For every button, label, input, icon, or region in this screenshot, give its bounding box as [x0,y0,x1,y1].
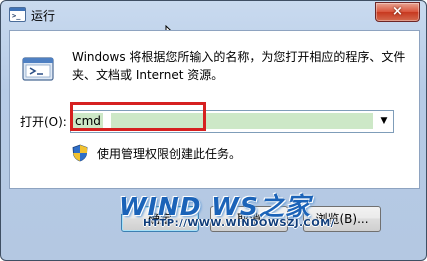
browse-button[interactable]: 浏览(B)... [303,206,381,232]
dialog-body: Windows 将根据您所输入的名称，为您打开相应的程序、文件夹、文档或 Int… [9,30,420,189]
title-bar[interactable]: >_ 运行 × [1,1,426,29]
cancel-button[interactable]: 取消 [210,206,288,232]
run-dialog-window: >_ 运行 × Windows 将根据您所输入的名称，为您打开相应的程序、文件夹… [0,0,427,261]
window-title: 运行 [31,9,56,23]
dialog-description: Windows 将根据您所输入的名称，为您打开相应的程序、文件夹、文档或 Int… [72,50,406,82]
dropdown-arrow-icon[interactable]: ▼ [375,111,393,132]
ok-button[interactable]: 确定 [121,206,199,232]
close-button[interactable]: × [375,2,420,22]
run-program-icon [22,57,54,81]
run-app-icon: >_ [9,7,26,22]
admin-privilege-note: 使用管理权限创建此任务。 [97,147,242,161]
uac-shield-icon [72,144,88,162]
annotation-highlight [70,102,206,131]
open-label: 打开(O): [20,115,67,129]
close-icon: × [392,4,403,19]
button-bar: 确定 取消 浏览(B)... [9,188,418,250]
